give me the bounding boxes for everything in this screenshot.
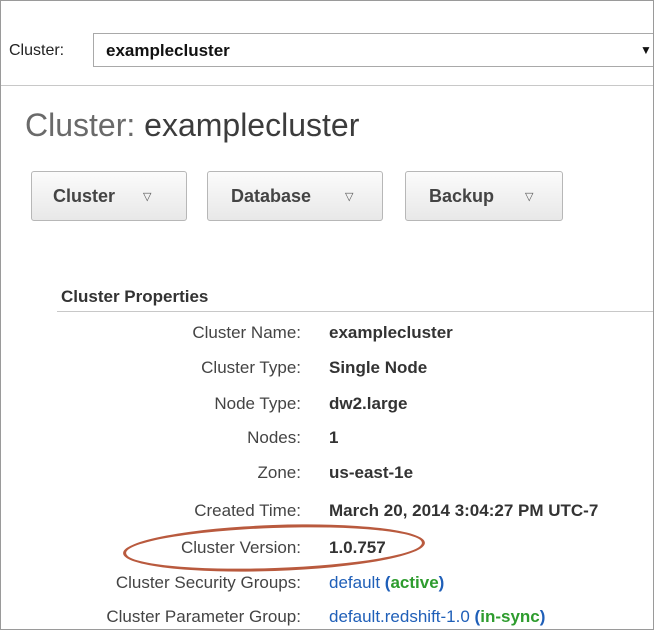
parameter-group-status: in-sync (480, 607, 540, 626)
cluster-select-value: examplecluster (106, 41, 230, 60)
page-title: Cluster: examplecluster (25, 107, 359, 144)
page-title-cluster-name: examplecluster (144, 107, 360, 143)
cluster-properties-heading: Cluster Properties (61, 287, 209, 306)
chevron-down-icon: ▽ (345, 191, 354, 203)
cluster-version-value: 1.0.757 (329, 538, 386, 557)
zone-label: Zone: (257, 463, 301, 482)
page-title-prefix: Cluster: (25, 107, 136, 143)
database-menu-button[interactable]: Database ▽ (207, 171, 383, 221)
security-groups-label: Cluster Security Groups: (115, 573, 301, 592)
cluster-selector-label: Cluster: (9, 42, 65, 59)
cluster-menu-button[interactable]: Cluster ▽ (31, 171, 187, 221)
dropdown-arrow-icon: ▼ (640, 43, 652, 57)
nodes-label: Nodes: (247, 428, 301, 447)
parameter-group-value: default.redshift-1.0 (in-sync) (329, 607, 545, 627)
chevron-down-icon: ▽ (525, 191, 534, 203)
node-type-value: dw2.large (329, 394, 408, 413)
cluster-name-value: examplecluster (329, 323, 453, 342)
zone-value: us-east-1e (329, 463, 414, 482)
created-time-label: Created Time: (194, 501, 301, 520)
chevron-down-icon: ▽ (143, 191, 152, 203)
cluster-menu-label: Cluster (53, 186, 116, 206)
section-divider (57, 311, 653, 312)
database-menu-label: Database (231, 186, 312, 206)
nodes-value: 1 (329, 428, 339, 447)
parameter-group-link[interactable]: default.redshift-1.0 (329, 607, 470, 626)
cluster-type-label: Cluster Type: (201, 358, 301, 377)
status-close-paren: ) (438, 573, 445, 592)
cluster-selector-bar: Cluster: examplecluster ▼ (1, 1, 653, 86)
cluster-name-label: Cluster Name: (192, 323, 301, 342)
status-close-paren: ) (539, 607, 546, 626)
console-panel: Cluster: examplecluster ▼ Cluster: examp… (0, 0, 654, 630)
created-time-value: March 20, 2014 3:04:27 PM UTC-7 (329, 501, 599, 520)
backup-menu-button[interactable]: Backup ▽ (405, 171, 563, 221)
node-type-label: Node Type: (214, 394, 301, 413)
security-groups-value: default (active) (329, 573, 444, 593)
security-group-status: active (390, 573, 439, 592)
parameter-group-label: Cluster Parameter Group: (106, 607, 301, 626)
cluster-select-dropdown[interactable]: examplecluster ▼ (93, 33, 653, 67)
backup-menu-label: Backup (429, 186, 495, 206)
cluster-version-label: Cluster Version: (181, 538, 301, 557)
cluster-type-value: Single Node (329, 358, 428, 377)
security-group-default-link[interactable]: default (329, 573, 380, 592)
